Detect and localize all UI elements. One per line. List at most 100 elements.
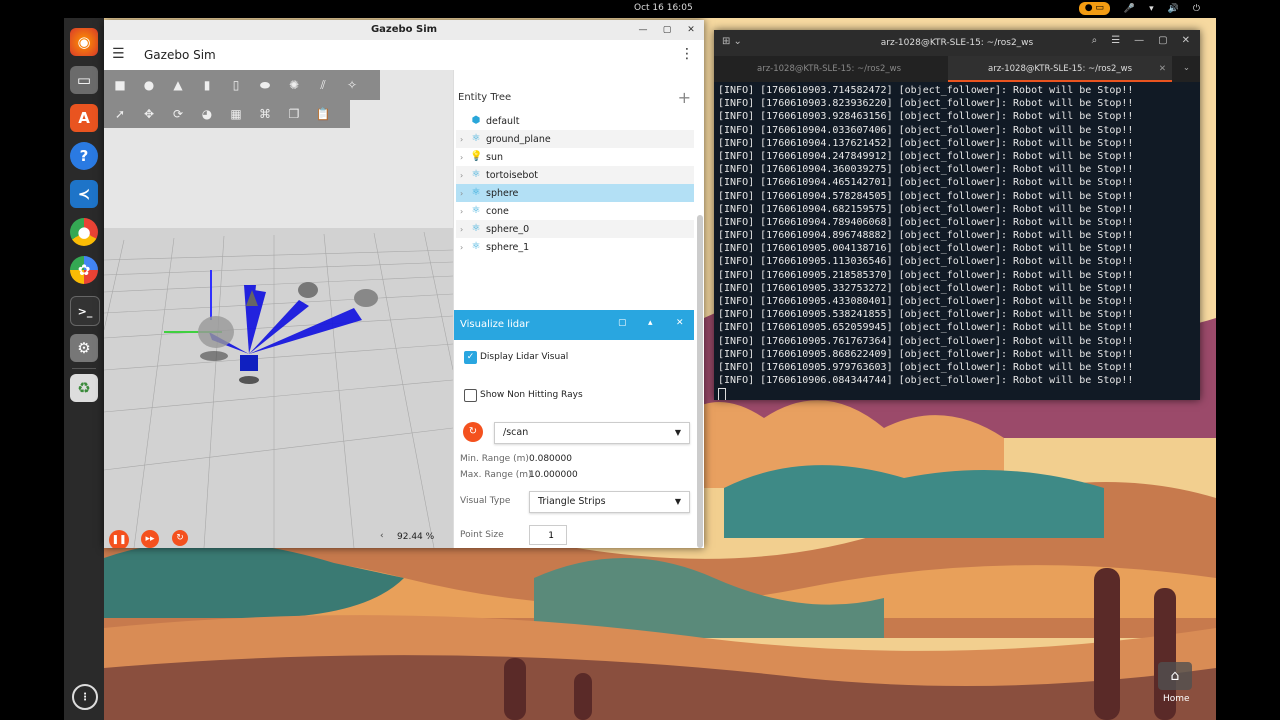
close-tab-icon[interactable]: ✕ (1159, 56, 1166, 82)
power-icon[interactable]: ⏻ (1193, 4, 1200, 14)
entity-row-ground-plane[interactable]: › ⚛ ground_plane (456, 130, 694, 148)
directional-light-icon[interactable]: ⫽ (313, 76, 333, 94)
select-tool-icon[interactable]: ➚ (110, 105, 130, 123)
non-hitting-rays-checkbox[interactable] (464, 389, 477, 402)
expand-arrow-icon[interactable]: › (460, 189, 470, 198)
close-plugin-icon[interactable]: ✕ (676, 318, 684, 328)
menu-icon[interactable]: ☰ (1111, 35, 1120, 46)
expand-arrow-icon[interactable]: › (460, 225, 470, 234)
entity-row-sphere-1[interactable]: › ⚛ sphere_1 (456, 238, 694, 256)
paste-icon[interactable]: 📋 (313, 105, 333, 123)
sphere-shape-icon[interactable]: ● (139, 76, 159, 94)
close-icon[interactable]: ✕ (684, 23, 698, 37)
settings-icon[interactable]: ⚙ (70, 334, 98, 362)
pause-button[interactable]: ❚❚ (109, 530, 129, 548)
visual-type-dropdown[interactable]: Triangle Strips ▼ (529, 491, 690, 513)
log-line: [INFO] [1760610903.714582472] [object_fo… (718, 85, 1134, 96)
chevron-down-icon: ▼ (674, 497, 681, 506)
terminal-cursor (718, 388, 726, 400)
tab-list-chevron-icon[interactable]: ⌄ (1183, 63, 1190, 73)
entity-tree-title: Entity Tree (458, 92, 512, 103)
minimize-icon[interactable]: — (636, 23, 650, 37)
recording-indicator-icon[interactable]: ● ▭ (1078, 2, 1110, 15)
network-icon[interactable]: ▾ (1149, 4, 1154, 14)
firefox-icon[interactable]: ◉ (70, 28, 98, 56)
expand-arrow-icon[interactable]: › (460, 207, 470, 216)
terminal-output[interactable]: [INFO] [1760610903.714582472] [object_fo… (714, 84, 1200, 400)
terminal-tab-1[interactable]: arz-1028@KTR-SLE-15: ~/ros2_ws (714, 56, 944, 82)
microphone-icon[interactable]: 🎤 (1124, 4, 1135, 14)
entity-label: tortoisebot (486, 169, 538, 181)
more-options-icon[interactable]: ⋮ (680, 46, 694, 62)
model-icon: ⚛ (471, 223, 481, 234)
maximize-icon[interactable]: ▢ (660, 23, 674, 37)
cylinder-shape-icon[interactable]: ▮ (197, 76, 217, 94)
show-apps-icon[interactable]: ⋮ (72, 684, 98, 710)
copy-icon[interactable]: ❐ (284, 105, 304, 123)
undock-icon[interactable]: ▢ (618, 318, 627, 328)
entity-row-sphere-0[interactable]: › ⚛ sphere_0 (456, 220, 694, 238)
lidar-plugin-title: Visualize lidar (460, 319, 530, 330)
files-icon[interactable]: ▭ (70, 66, 98, 94)
grid-config-icon[interactable]: ▦ (226, 105, 246, 123)
entity-row-sun[interactable]: › 💡 sun (456, 148, 694, 166)
entity-row-tortoisebot[interactable]: › ⚛ tortoisebot (456, 166, 694, 184)
expand-arrow-icon[interactable]: › (460, 243, 470, 252)
hamburger-menu-icon[interactable]: ☰ (112, 46, 125, 62)
terminal-titlebar[interactable]: ⊞ ⌄ arz-1028@KTR-SLE-15: ~/ros2_ws ⌕ ☰ —… (714, 30, 1200, 56)
shapes-toolbar: ■ ● ▲ ▮ ▯ ⬬ ✺ ⫽ ✧ (104, 70, 380, 100)
display-lidar-checkbox[interactable]: ✓ (464, 351, 477, 364)
terminal-icon[interactable]: >_ (70, 296, 100, 326)
search-icon[interactable]: ⌕ (1092, 35, 1098, 46)
rtf-expand-icon[interactable]: ‹ (380, 531, 384, 541)
capsule-shape-icon[interactable]: ▯ (226, 76, 246, 94)
entity-row-sphere[interactable]: › ⚛ sphere (456, 184, 694, 202)
log-line: [INFO] [1760610905.868622409] [object_fo… (718, 348, 1134, 360)
log-line: [INFO] [1760610905.979763603] [object_fo… (718, 361, 1134, 373)
close-icon[interactable]: ✕ (1182, 35, 1190, 46)
3d-scene-view[interactable]: ■ ● ▲ ▮ ▯ ⬬ ✺ ⫽ ✧ ➚ ✥ ⟳ ◕ ▦ ⌘ ❐ 📋 ❚❚ ▸▸ … (104, 70, 453, 548)
entity-row-default[interactable]: ⬢ default (456, 112, 694, 130)
cone-shape-icon[interactable]: ▲ (168, 76, 188, 94)
vscode-icon[interactable]: ≺ (70, 180, 98, 208)
point-size-spinbox[interactable]: 1 (529, 525, 567, 545)
dock-separator (72, 368, 96, 369)
spot-light-icon[interactable]: ✧ (342, 76, 362, 94)
screenshot-icon[interactable]: ⌘ (255, 105, 275, 123)
log-line: [INFO] [1760610904.247849912] [object_fo… (718, 150, 1134, 162)
expand-arrow-icon[interactable]: › (460, 171, 470, 180)
rotate-tool-icon[interactable]: ⟳ (168, 105, 188, 123)
reset-button[interactable]: ↻ (172, 530, 188, 546)
volume-icon[interactable]: 🔊 (1168, 4, 1179, 14)
topic-dropdown[interactable]: /scan ▼ (494, 422, 690, 444)
maximize-icon[interactable]: ▢ (1158, 35, 1167, 46)
lidar-plugin-header[interactable]: Visualize lidar ▢ ▴ ✕ (454, 310, 694, 340)
home-folder-icon[interactable]: ⌂ (1158, 662, 1192, 690)
expand-arrow-icon[interactable]: › (460, 153, 470, 162)
collapse-icon[interactable]: ▴ (648, 318, 653, 328)
box-shape-icon[interactable]: ■ (110, 76, 130, 94)
step-button[interactable]: ▸▸ (141, 530, 159, 548)
visual-type-label: Visual Type (460, 496, 511, 506)
ellipsoid-shape-icon[interactable]: ⬬ (255, 76, 275, 94)
app-center-icon[interactable]: A (70, 104, 98, 132)
system-tray[interactable]: ● ▭ 🎤 ▾ 🔊 ⏻ (1078, 2, 1200, 15)
point-light-icon[interactable]: ✺ (284, 76, 304, 94)
clock[interactable]: Oct 16 16:05 (634, 3, 693, 13)
terminal-tab-2[interactable]: arz-1028@KTR-SLE-15: ~/ros2_ws ✕ (948, 56, 1172, 82)
minimize-icon[interactable]: — (1134, 35, 1144, 46)
expand-arrow-icon[interactable]: › (460, 135, 470, 144)
entity-row-cone[interactable]: › ⚛ cone (456, 202, 694, 220)
panel-scrollbar[interactable] (697, 215, 703, 548)
translate-tool-icon[interactable]: ✥ (139, 105, 159, 123)
add-entity-icon[interactable]: + (678, 88, 691, 107)
chrome-icon[interactable]: ● (70, 218, 98, 246)
trash-icon[interactable]: ♻ (70, 374, 98, 402)
terminal-controls: ⌕ ☰ — ▢ ✕ (1092, 35, 1190, 46)
help-icon[interactable]: ? (70, 142, 98, 170)
gazebo-titlebar[interactable]: Gazebo Sim — ▢ ✕ (104, 20, 704, 40)
snap-tool-icon[interactable]: ◕ (197, 105, 217, 123)
log-line: [INFO] [1760610904.896748882] [object_fo… (718, 230, 1134, 242)
refresh-topics-icon[interactable]: ↻ (463, 422, 483, 442)
photos-icon[interactable]: ✿ (70, 256, 98, 284)
